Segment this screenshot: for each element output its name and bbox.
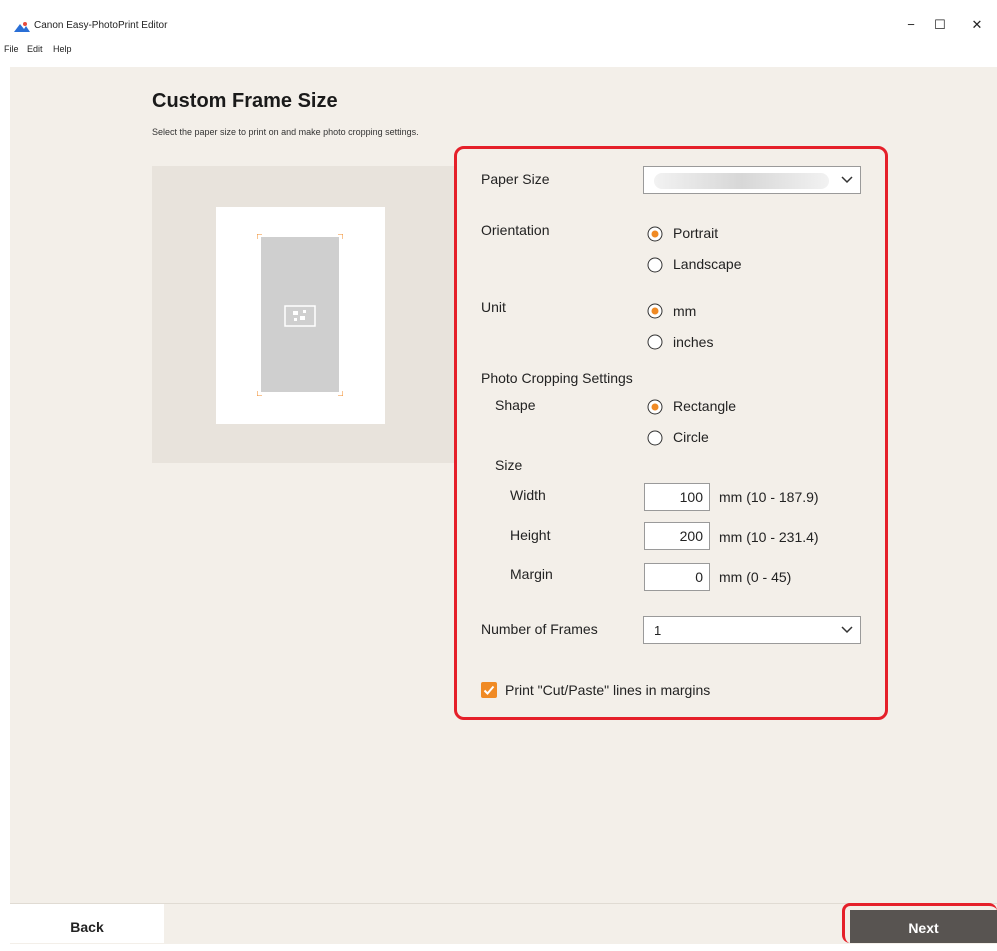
page-subtitle: Select the paper size to print on and ma… [152, 127, 419, 137]
menu-file[interactable]: File [4, 44, 19, 54]
number-of-frames-select[interactable]: 1 [643, 616, 861, 644]
circle-label[interactable]: Circle [673, 429, 709, 445]
radio-portrait[interactable] [647, 226, 663, 242]
radio-mm[interactable] [647, 303, 663, 319]
frame-handle-icon[interactable] [257, 234, 262, 239]
margin-input[interactable]: 0 [644, 563, 710, 591]
image-placeholder-icon [284, 305, 316, 327]
portrait-label[interactable]: Portrait [673, 225, 718, 241]
inches-label[interactable]: inches [673, 334, 713, 350]
paper-size-label: Paper Size [481, 171, 550, 187]
width-input[interactable]: 100 [644, 483, 710, 511]
mm-label[interactable]: mm [673, 303, 696, 319]
next-highlight [842, 903, 997, 943]
radio-landscape[interactable] [647, 257, 663, 273]
close-button[interactable]: ✕ [962, 14, 992, 36]
number-of-frames-value: 1 [654, 623, 662, 638]
margin-range: mm (0 - 45) [719, 569, 792, 585]
radio-circle[interactable] [647, 430, 663, 446]
page-title: Custom Frame Size [152, 90, 338, 112]
frame-handle-icon[interactable] [338, 391, 343, 396]
margin-label: Margin [510, 566, 553, 582]
frame-handle-icon[interactable] [338, 234, 343, 239]
shape-label: Shape [495, 397, 536, 413]
chevron-down-icon [841, 176, 853, 184]
height-range: mm (10 - 231.4) [719, 529, 819, 545]
back-button[interactable]: Back [10, 904, 164, 943]
size-label: Size [495, 457, 523, 473]
cut-lines-label[interactable]: Print "Cut/Paste" lines in margins [505, 682, 710, 698]
menu-bar: File Edit Help [0, 44, 300, 60]
width-range: mm (10 - 187.9) [719, 489, 819, 505]
chevron-down-icon [841, 626, 853, 634]
height-label: Height [510, 527, 551, 543]
minimize-button[interactable]: − [896, 14, 926, 36]
title-bar: Canon Easy-PhotoPrint Editor − ☐ ✕ [0, 0, 997, 40]
window-title: Canon Easy-PhotoPrint Editor [34, 20, 168, 31]
orientation-label: Orientation [481, 222, 550, 238]
radio-rectangle[interactable] [647, 399, 663, 415]
frame-handle-icon[interactable] [257, 391, 262, 396]
menu-edit[interactable]: Edit [27, 44, 43, 54]
maximize-button[interactable]: ☐ [925, 14, 955, 36]
radio-inches[interactable] [647, 334, 663, 350]
checkmark-icon [483, 685, 495, 695]
cut-lines-checkbox[interactable] [481, 682, 497, 698]
unit-label: Unit [481, 299, 506, 315]
menu-help[interactable]: Help [53, 44, 72, 54]
number-of-frames-label: Number of Frames [481, 621, 598, 637]
landscape-label[interactable]: Landscape [673, 256, 742, 272]
app-logo-icon [14, 22, 30, 32]
height-input[interactable]: 200 [644, 522, 710, 550]
rectangle-label[interactable]: Rectangle [673, 398, 736, 414]
paper-size-select[interactable] [643, 166, 861, 194]
photo-cropping-label: Photo Cropping Settings [481, 370, 633, 386]
width-label: Width [510, 487, 546, 503]
paper-size-value [654, 173, 829, 189]
